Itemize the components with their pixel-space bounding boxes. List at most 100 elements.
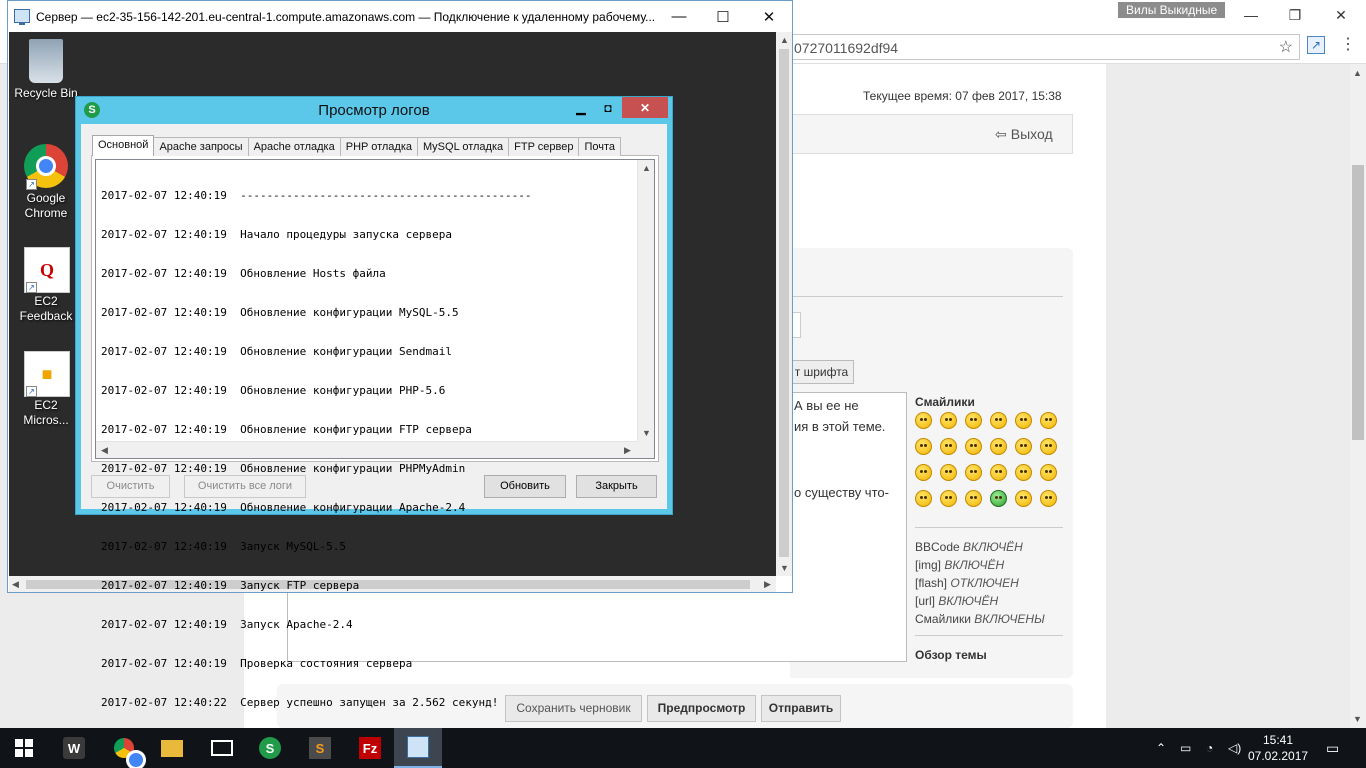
smiley-icon[interactable] bbox=[990, 490, 1007, 507]
font-color-button[interactable]: т шрифта bbox=[790, 360, 854, 384]
smiley-icon[interactable] bbox=[990, 438, 1007, 455]
scroll-up-arrow-icon[interactable]: ▲ bbox=[1353, 68, 1362, 78]
start-button[interactable] bbox=[0, 728, 48, 768]
ec2-box-icon: ■ ↗ bbox=[24, 351, 70, 397]
log-line: 2017-02-07 12:40:19 Обновление конфигура… bbox=[101, 423, 472, 436]
smiley-icon[interactable] bbox=[1015, 438, 1032, 455]
address-text: 0727011692df94 bbox=[794, 40, 899, 56]
log-scroll-down-icon[interactable]: ▼ bbox=[642, 428, 651, 438]
logout-icon: ⇦ bbox=[995, 126, 1007, 142]
rdp-scroll-down-icon[interactable]: ▼ bbox=[780, 563, 789, 573]
smiley-icon[interactable] bbox=[940, 490, 957, 507]
tab-php-debug[interactable]: PHP отладка bbox=[339, 137, 419, 156]
address-bar[interactable]: 0727011692df94 ☆ bbox=[785, 34, 1300, 60]
rdp-scroll-up-icon[interactable]: ▲ bbox=[780, 35, 789, 45]
rdp-titlebar[interactable]: Сервер — ec2-35-156-142-201.eu-central-1… bbox=[8, 1, 792, 32]
smiley-icon[interactable] bbox=[915, 490, 932, 507]
option-label: BBCode bbox=[915, 540, 960, 554]
volume-icon[interactable]: ◁) bbox=[1228, 728, 1241, 768]
tab-apache-requests[interactable]: Apache запросы bbox=[153, 137, 249, 156]
smiley-icon[interactable] bbox=[1015, 490, 1032, 507]
clear-all-logs-button[interactable]: Очистить все логи bbox=[184, 475, 306, 498]
log-scroll-left-icon[interactable]: ◀ bbox=[101, 445, 108, 456]
browser-menu-icon[interactable]: ⋮ bbox=[1340, 36, 1356, 54]
current-time: Текущее время: 07 фев 2017, 15:38 bbox=[863, 89, 1062, 103]
smiley-icon[interactable] bbox=[965, 412, 982, 429]
smiley-icon[interactable] bbox=[1015, 412, 1032, 429]
smiley-icon[interactable] bbox=[965, 490, 982, 507]
tab-apache-debug[interactable]: Apache отладка bbox=[247, 137, 341, 156]
taskbar-file-explorer[interactable] bbox=[148, 728, 196, 768]
log-vertical-scrollbar[interactable]: ▲ ▼ bbox=[637, 160, 654, 441]
submit-button[interactable]: Отправить bbox=[761, 695, 841, 722]
smiley-icon[interactable] bbox=[1040, 490, 1057, 507]
tab-ftp-server[interactable]: FTP сервер bbox=[508, 137, 580, 156]
desktop-icon-ec2-feedback[interactable]: Q ↗ EC2 Feedback bbox=[11, 247, 81, 324]
smiley-icon[interactable] bbox=[940, 438, 957, 455]
rdp-minimize-button[interactable]: — bbox=[656, 1, 702, 32]
notifications-icon[interactable]: ▭ bbox=[1326, 728, 1339, 768]
tab-main[interactable]: Основной bbox=[92, 135, 155, 156]
smiley-icon[interactable] bbox=[940, 412, 957, 429]
taskbar-filezilla[interactable]: Fz bbox=[346, 728, 394, 768]
smiley-icon[interactable] bbox=[940, 464, 957, 481]
desktop-icon-ec2-micros[interactable]: ■ ↗ EC2 Micros... bbox=[11, 351, 81, 428]
log-text-area[interactable]: 2017-02-07 12:40:19 --------------------… bbox=[95, 159, 655, 709]
taskbar-remote-desktop[interactable] bbox=[394, 728, 442, 768]
page-scrollbar-thumb[interactable] bbox=[1352, 165, 1364, 440]
topic-overview-link[interactable]: Обзор темы bbox=[915, 648, 987, 662]
taskbar-world-of-tanks[interactable]: W bbox=[50, 728, 98, 768]
taskbar-mail[interactable] bbox=[198, 728, 246, 768]
tab-mail[interactable]: Почта bbox=[578, 137, 622, 156]
smiley-icon[interactable] bbox=[1015, 464, 1032, 481]
rdp-scroll-right-icon[interactable]: ▶ bbox=[764, 579, 771, 590]
browser-minimize-button[interactable]: — bbox=[1228, 0, 1274, 30]
clock[interactable]: 15:41 07.02.2017 bbox=[1248, 732, 1308, 764]
desktop-icon-label: EC2 Micros... bbox=[23, 398, 69, 427]
smiley-icon[interactable] bbox=[915, 464, 932, 481]
mail-icon bbox=[211, 740, 233, 756]
smiley-icon[interactable] bbox=[965, 438, 982, 455]
smiley-icon[interactable] bbox=[965, 464, 982, 481]
taskbar-sublime[interactable]: S bbox=[296, 728, 344, 768]
smiley-icon[interactable] bbox=[1040, 464, 1057, 481]
smiley-icon[interactable] bbox=[1040, 438, 1057, 455]
log-close-x-button[interactable]: ✕ bbox=[622, 97, 668, 118]
logout-link[interactable]: ⇦ Выход bbox=[995, 126, 1053, 143]
rdp-scroll-left-icon[interactable]: ◀ bbox=[12, 579, 19, 590]
scroll-corner bbox=[637, 441, 654, 458]
option-state: ВКЛЮЧЁН bbox=[944, 558, 1005, 572]
desktop-icon-chrome[interactable]: ↗ Google Chrome bbox=[11, 144, 81, 221]
rdp-close-button[interactable]: ✕ bbox=[746, 1, 792, 32]
close-button[interactable]: Закрыть bbox=[576, 475, 657, 498]
wifi-icon[interactable]: ◔ bbox=[1206, 728, 1213, 768]
refresh-button[interactable]: Обновить bbox=[484, 475, 566, 498]
log-viewer-titlebar[interactable]: Просмотр логов S ▁ ◘ ✕ bbox=[76, 97, 672, 124]
preview-button[interactable]: Предпросмотр bbox=[647, 695, 756, 722]
smiley-icon[interactable] bbox=[915, 412, 932, 429]
clear-button[interactable]: Очистить bbox=[91, 475, 170, 498]
log-scroll-up-icon[interactable]: ▲ bbox=[642, 163, 651, 173]
battery-icon[interactable]: ▭ bbox=[1180, 728, 1191, 768]
tray-up-arrow-icon[interactable]: ⌃ bbox=[1156, 728, 1166, 768]
desktop-icon-recycle-bin[interactable]: Recycle Bin bbox=[11, 39, 81, 101]
rdp-maximize-button[interactable]: ☐ bbox=[700, 1, 746, 32]
log-horizontal-scrollbar[interactable]: ◀ ▶ bbox=[96, 441, 637, 458]
log-scroll-right-icon[interactable]: ▶ bbox=[624, 445, 631, 456]
scroll-down-arrow-icon[interactable]: ▼ bbox=[1353, 714, 1362, 724]
rdp-vertical-scroll-thumb[interactable] bbox=[779, 49, 789, 557]
smiley-icon[interactable] bbox=[1040, 412, 1057, 429]
tab-mysql-debug[interactable]: MySQL отладка bbox=[417, 137, 510, 156]
smiley-icon[interactable] bbox=[990, 412, 1007, 429]
log-maximize-button[interactable]: ◘ bbox=[595, 97, 621, 118]
smiley-icon[interactable] bbox=[990, 464, 1007, 481]
log-minimize-button[interactable]: ▁ bbox=[568, 97, 594, 118]
taskbar-server-app[interactable]: S bbox=[246, 728, 294, 768]
browser-close-button[interactable]: ✕ bbox=[1318, 0, 1364, 30]
bookmark-star-icon[interactable]: ☆ bbox=[1279, 37, 1293, 57]
browser-restore-button[interactable]: ❐ bbox=[1272, 0, 1318, 30]
taskbar-chrome[interactable] bbox=[100, 728, 148, 768]
profile-button[interactable]: Вилы Выкидные bbox=[1118, 2, 1226, 18]
smiley-icon[interactable] bbox=[915, 438, 932, 455]
extension-icon[interactable]: ↗ bbox=[1307, 36, 1325, 54]
